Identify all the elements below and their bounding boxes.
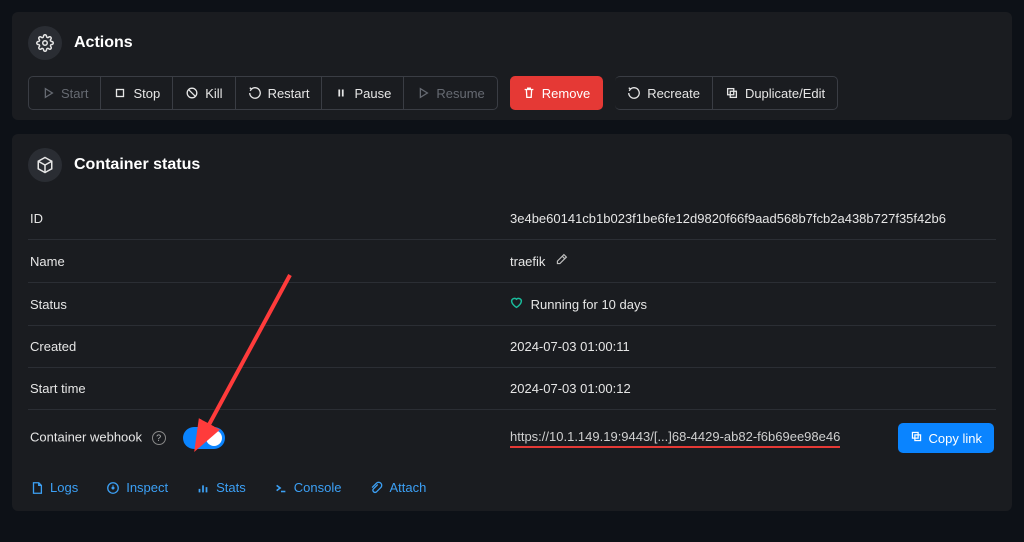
kill-label: Kill [205,86,222,101]
pause-icon [334,86,348,100]
row-name: Name traefik [28,240,996,283]
actions-title: Actions [74,34,133,52]
stats-link[interactable]: Stats [196,480,246,495]
value-webhook-cell: https://10.1.149.19:9443/[...]68-4429-ab… [508,410,996,467]
help-icon[interactable]: ? [152,431,166,445]
resume-button[interactable]: Resume [404,76,497,110]
kill-button[interactable]: Kill [173,76,235,110]
pause-label: Pause [354,86,391,101]
heartbeat-icon [510,297,527,312]
footer-links: Logs Inspect Stats Console Attach [28,466,996,501]
row-created: Created 2024-07-03 01:00:11 [28,326,996,368]
label-created: Created [28,326,508,368]
actions-header: Actions [28,26,996,60]
start-label: Start [61,86,88,101]
inspect-link[interactable]: Inspect [106,480,168,495]
value-name-cell: traefik [508,240,996,283]
attach-link[interactable]: Attach [369,480,426,495]
label-status: Status [28,283,508,326]
label-webhook-cell: Container webhook ? [28,410,508,467]
duplicate-button[interactable]: Duplicate/Edit [713,76,838,110]
copy-icon [910,430,923,446]
value-start-time: 2024-07-03 01:00:12 [508,368,996,410]
attach-label: Attach [389,480,426,495]
resume-icon [416,86,430,100]
actions-panel: Actions Start Stop Kill Restart Pause Re… [12,12,1012,120]
webhook-url[interactable]: https://10.1.149.19:9443/[...]68-4429-ab… [510,429,840,448]
status-table: ID 3e4be60141cb1b023f1be6fe12d9820f66f9a… [28,198,996,466]
copy-label: Copy link [929,431,982,446]
recreate-icon [627,86,641,100]
row-webhook: Container webhook ? https://10.1.149.19:… [28,410,996,467]
console-label: Console [294,480,342,495]
resume-label: Resume [436,86,484,101]
value-name: traefik [510,254,545,269]
start-button[interactable]: Start [28,76,101,110]
recreate-button[interactable]: Recreate [615,76,713,110]
label-name: Name [28,240,508,283]
restart-button[interactable]: Restart [236,76,323,110]
action-buttons: Start Stop Kill Restart Pause Resume Rem… [28,76,996,110]
value-created: 2024-07-03 01:00:11 [508,326,996,368]
status-title: Container status [74,156,200,174]
kill-icon [185,86,199,100]
duplicate-label: Duplicate/Edit [745,86,825,101]
duplicate-icon [725,86,739,100]
cube-icon [28,148,62,182]
gear-icon [28,26,62,60]
webhook-toggle[interactable] [183,427,225,449]
label-webhook: Container webhook [30,429,142,444]
value-id: 3e4be60141cb1b023f1be6fe12d9820f66f9aad5… [508,198,996,240]
copy-link-button[interactable]: Copy link [898,423,994,453]
label-start-time: Start time [28,368,508,410]
inspect-label: Inspect [126,480,168,495]
label-id: ID [28,198,508,240]
logs-label: Logs [50,480,78,495]
stop-label: Stop [133,86,160,101]
status-header: Container status [28,148,996,182]
console-link[interactable]: Console [274,480,342,495]
pause-button[interactable]: Pause [322,76,404,110]
stop-icon [113,86,127,100]
logs-link[interactable]: Logs [30,480,78,495]
row-start-time: Start time 2024-07-03 01:00:12 [28,368,996,410]
restart-label: Restart [268,86,310,101]
play-icon [41,86,55,100]
stop-button[interactable]: Stop [101,76,173,110]
running-text: Running for 10 days [531,297,647,312]
remove-label: Remove [542,86,590,101]
trash-icon [522,86,536,100]
stats-label: Stats [216,480,246,495]
status-panel: Container status ID 3e4be60141cb1b023f1b… [12,134,1012,511]
edit-icon[interactable] [555,254,568,269]
recreate-label: Recreate [647,86,700,101]
restart-icon [248,86,262,100]
row-status: Status Running for 10 days [28,283,996,326]
value-status: Running for 10 days [508,283,996,326]
remove-button[interactable]: Remove [510,76,603,110]
row-id: ID 3e4be60141cb1b023f1be6fe12d9820f66f9a… [28,198,996,240]
